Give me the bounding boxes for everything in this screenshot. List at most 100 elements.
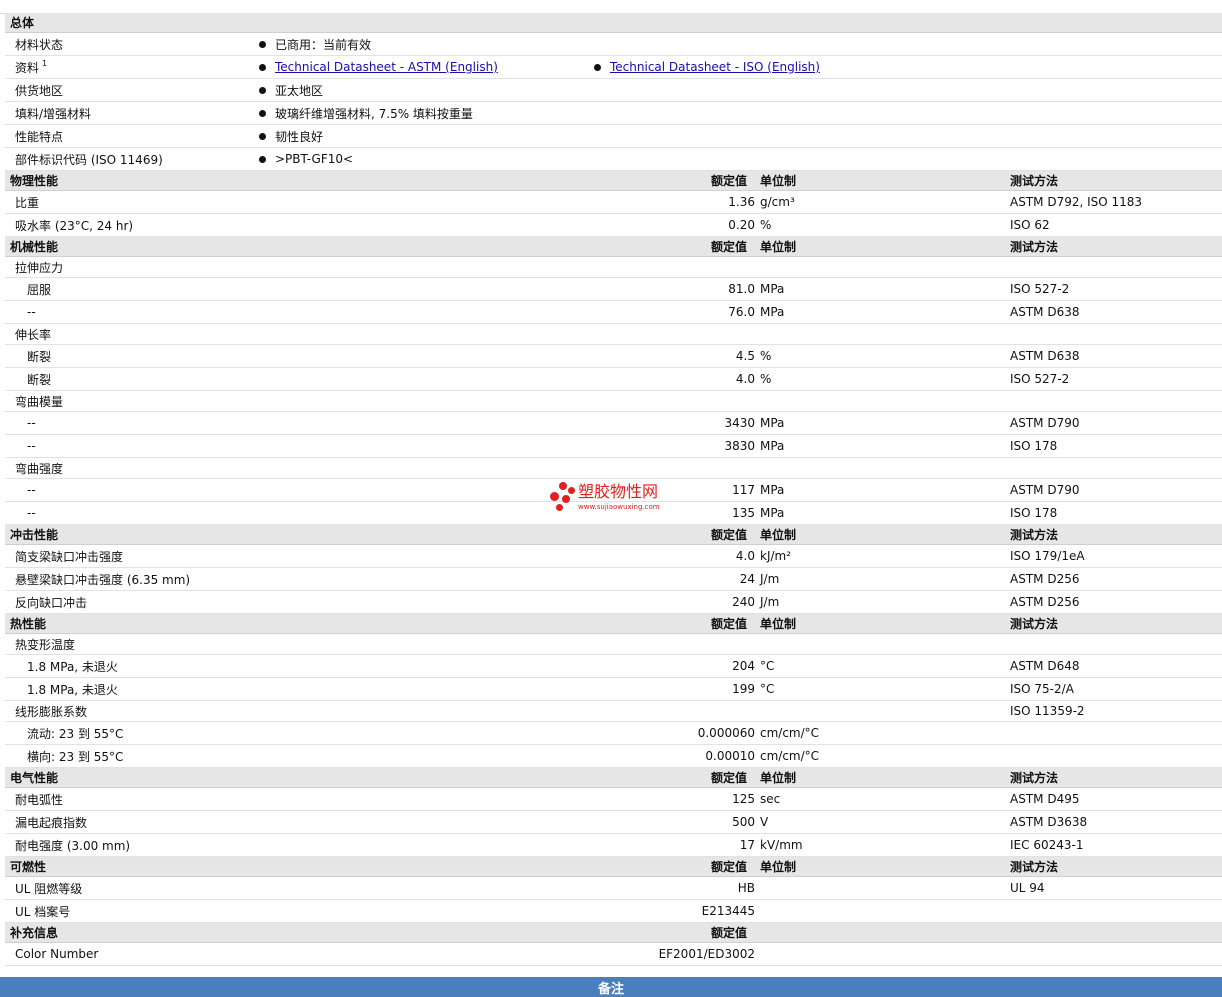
property-name: 流动: 23 到 55°C [27,726,124,741]
table-row: 悬壁梁缺口冲击强度 (6.35 mm) 24 J/m ASTM D256 [5,568,1222,591]
section-title: 物理性能 [10,174,59,188]
table-row: 吸水率 (23°C, 24 hr) 0.20% ISO 62 [5,214,1222,237]
column-header-method: 测试方法 [1010,528,1059,542]
property-name: -- [27,483,36,497]
datasheet-link[interactable]: Technical Datasheet - ISO (English) [610,60,820,74]
unit-value: % [760,349,772,363]
bullet-icon [259,86,266,94]
unit-value: kV/mm [760,838,803,852]
unit-value: MPa [760,305,785,319]
nominal-value: 1.36 [728,195,755,209]
table-row: UL 阻燃等级 HB UL 94 [5,877,1222,900]
watermark-logo: 塑胶物性网 www.sujiaowuxing.com [548,482,678,516]
column-header-nominal: 额定值 [711,240,748,254]
property-name: 材料状态 [15,37,64,52]
property-name-wrap: 资料 1 [15,56,47,78]
column-header-unit: 单位制 [760,617,797,631]
test-method: ISO 178 [1010,439,1058,453]
column-header-unit: 单位制 [760,860,797,874]
unit-value: % [760,372,772,386]
test-method: ASTM D792, ISO 1183 [1010,195,1143,209]
property-name: UL 档案号 [15,904,71,919]
column-header-method: 测试方法 [1010,617,1059,631]
section-header: 电气性能 额定值 单位制 测试方法 [5,768,1222,788]
test-method: ASTM D495 [1010,792,1080,806]
property-name: 弯曲强度 [15,461,64,476]
nominal-value: 125 [732,792,755,806]
general-value: 韧性良好 [259,125,323,147]
nominal-value: 3430 [724,416,755,430]
unit-value: MPa [760,506,785,520]
property-name: 弯曲模量 [15,394,64,409]
section-header: 补充信息 额定值 [5,923,1222,943]
unit-value: J/m [760,572,780,586]
test-method: ISO 75-2/A [1010,682,1074,696]
property-name: 简支梁缺口冲击强度 [15,549,124,564]
nominal-value: 0.20 [728,218,755,232]
table-row: -- 3430 MPa ASTM D790 [5,412,1222,435]
value-text: 韧性良好 [275,129,324,144]
column-header-method: 测试方法 [1010,771,1059,785]
property-name: 反向缺口冲击 [15,595,88,610]
table-row: 漏电起痕指数 500 V ASTM D3638 [5,811,1222,834]
general-row: 填料/增强材料 玻璃纤维增强材料, 7.5% 填料按重量 [5,102,1222,125]
test-method: IEC 60243-1 [1010,838,1084,852]
property-name: 悬壁梁缺口冲击强度 (6.35 mm) [15,572,191,587]
nominal-value: 76.0 [728,305,755,319]
table-row: 断裂 4.0% ISO 527-2 [5,368,1222,391]
unit-value: % [760,218,772,232]
nominal-value: 240 [732,595,755,609]
general-value: 已商用：当前有效 [259,33,371,55]
section-header: 物理性能 额定值 单位制 测试方法 [5,171,1222,191]
nominal-value: 500 [732,815,755,829]
general-row: 供货地区 亚太地区 [5,79,1222,102]
property-name: 1.8 MPa, 未退火 [27,682,118,697]
unit-value: °C [760,659,775,673]
unit-value: MPa [760,282,785,296]
nominal-value: 4.0 [735,549,755,563]
property-name: 断裂 [27,372,52,387]
unit-value: g/cm³ [760,195,795,209]
value-text: 已商用：当前有效 [275,37,372,52]
column-header-method: 测试方法 [1010,174,1059,188]
property-name: 吸水率 (23°C, 24 hr) [15,218,134,233]
test-method: ISO 11359-2 [1010,704,1085,718]
section-title: 可燃性 [10,860,47,874]
table-row: 断裂 4.5% ASTM D638 [5,345,1222,368]
nominal-value: 81.0 [728,282,755,296]
group-row: 热变形温度 [5,634,1222,655]
column-header-nominal: 额定值 [711,771,748,785]
test-method: ASTM D256 [1010,572,1080,586]
group-row: 伸长率 [5,324,1222,345]
table-row: 横向: 23 到 55°C 0.00010 cm/cm/°C [5,745,1222,768]
column-header-nominal: 额定值 [711,174,748,188]
value-text: >PBT-GF10< [275,152,354,166]
nominal-value: 4.0 [735,372,755,386]
property-name: 耐电强度 (3.00 mm) [15,838,131,853]
property-name: 填料/增强材料 [15,106,92,121]
column-header-unit: 单位制 [760,240,797,254]
section-title: 热性能 [10,617,47,631]
test-method: ASTM D638 [1010,305,1080,319]
datasheet-link[interactable]: Technical Datasheet - ASTM (English) [275,60,498,74]
unit-value: kJ/m² [760,549,792,563]
section-title: 补充信息 [10,926,59,940]
property-name: 部件标识代码 (ISO 11469) [15,152,163,167]
group-row: 弯曲强度 [5,458,1222,479]
nominal-value: E213445 [701,904,755,918]
unit-value: cm/cm/°C [760,749,820,763]
column-header-unit: 单位制 [760,174,797,188]
section-header: 冲击性能 额定值 单位制 测试方法 [5,525,1222,545]
unit-value: sec [760,792,781,806]
general-row: 部件标识代码 (ISO 11469) >PBT-GF10< [5,148,1222,171]
property-name: 资料 [15,60,40,75]
bullet-icon [259,63,266,71]
property-name: -- [27,416,36,430]
nominal-value: 0.00010 [705,749,755,763]
test-method: ISO 527-2 [1010,372,1070,386]
section-header-general: 总体 [5,13,1222,33]
unit-value: V [760,815,769,829]
column-header-method: 测试方法 [1010,240,1059,254]
test-method: ISO 178 [1010,506,1058,520]
section-header: 可燃性 额定值 单位制 测试方法 [5,857,1222,877]
